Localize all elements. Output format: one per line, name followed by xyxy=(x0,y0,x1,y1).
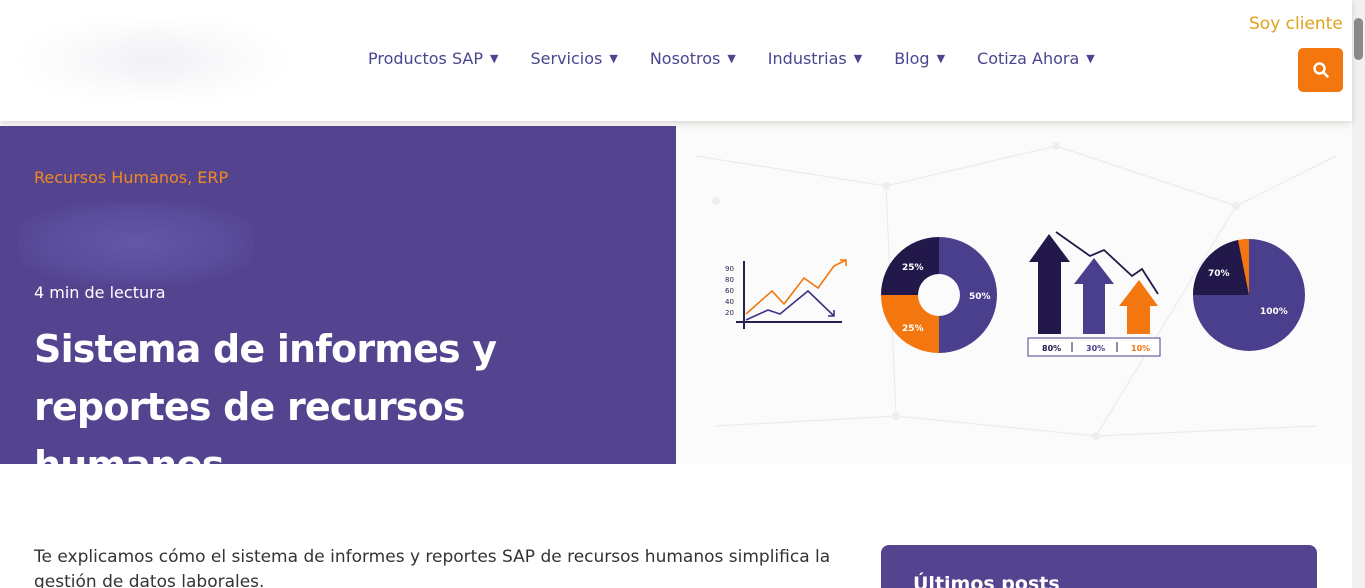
caret-down-icon: ▼ xyxy=(936,51,946,65)
arrows-graphic: 80% 30% 10% xyxy=(1027,231,1161,357)
caret-down-icon: ▼ xyxy=(727,51,736,65)
page-title: Sistema de informes y reportes de recurs… xyxy=(34,327,497,487)
latest-posts-card: Últimos posts xyxy=(881,545,1317,588)
line-chart-tick: 20 xyxy=(725,309,734,317)
scrollbar-thumb[interactable] xyxy=(1354,18,1363,60)
line-chart-tick: 40 xyxy=(725,298,734,306)
pie-label: 70% xyxy=(1208,269,1230,279)
site-header: Productos SAP ▼ Servicios ▼ Nosotros ▼ Indu… xyxy=(0,0,1352,121)
caret-down-icon: ▼ xyxy=(490,51,499,65)
post-categories[interactable]: Recursos Humanos, ERP xyxy=(34,168,228,187)
nav-item-blog[interactable]: Blog ▼ xyxy=(878,44,961,72)
nav-label: Blog xyxy=(894,48,930,68)
arrow-label: 30% xyxy=(1086,344,1105,353)
donut-label: 50% xyxy=(969,292,991,302)
hero-illustration: 90 80 60 40 20 25% 50% 25% 80% 30% 10% 7… xyxy=(676,126,1352,464)
nav-item-productos-sap[interactable]: Productos SAP ▼ xyxy=(352,44,514,72)
page-scrollbar[interactable] xyxy=(1352,0,1365,588)
read-time: 4 min de lectura xyxy=(34,283,166,302)
site-logo[interactable] xyxy=(20,14,288,106)
caret-down-icon: ▼ xyxy=(609,51,618,65)
line-chart-tick: 60 xyxy=(725,287,734,295)
search-icon xyxy=(1312,62,1329,78)
nav-item-cotiza-ahora[interactable]: Cotiza Ahora ▼ xyxy=(961,44,1111,72)
nav-item-nosotros[interactable]: Nosotros ▼ xyxy=(634,44,752,72)
nav-label: Productos SAP xyxy=(368,48,484,68)
donut-chart-graphic: 25% 50% 25% xyxy=(881,237,997,353)
line-chart-graphic: 90 80 60 40 20 xyxy=(725,259,847,329)
nav-label: Cotiza Ahora xyxy=(977,48,1080,68)
nav-label: Nosotros xyxy=(649,48,721,68)
nav-item-servicios[interactable]: Servicios ▼ xyxy=(514,44,633,72)
donut-label: 25% xyxy=(902,263,924,273)
nav-item-industrias[interactable]: Industrias ▼ xyxy=(752,44,878,72)
line-chart-tick: 90 xyxy=(725,265,734,273)
latest-posts-title: Últimos posts xyxy=(913,573,1060,588)
caret-down-icon: ▼ xyxy=(853,51,863,65)
nav-label: Servicios xyxy=(530,48,603,68)
soy-cliente-link[interactable]: Soy cliente xyxy=(1249,14,1343,34)
arrow-label: 80% xyxy=(1042,344,1061,353)
intro-paragraph: Te explicamos cómo el sistema de informe… xyxy=(34,547,831,588)
main-nav: Productos SAP ▼ Servicios ▼ Nosotros ▼ Indu… xyxy=(352,44,1111,72)
donut-label: 25% xyxy=(902,324,924,334)
pie-chart-graphic: 70% 100% xyxy=(1193,238,1305,351)
blurred-author-area xyxy=(18,202,254,284)
nav-label: Industrias xyxy=(767,48,847,68)
line-chart-tick: 80 xyxy=(725,276,734,284)
search-button[interactable] xyxy=(1298,48,1343,92)
caret-down-icon: ▼ xyxy=(1086,51,1095,65)
arrow-label: 10% xyxy=(1131,344,1150,353)
hero-illustration-svg: 90 80 60 40 20 25% 50% 25% 80% 30% 10% 7… xyxy=(695,142,1337,440)
pie-label: 100% xyxy=(1260,307,1288,317)
